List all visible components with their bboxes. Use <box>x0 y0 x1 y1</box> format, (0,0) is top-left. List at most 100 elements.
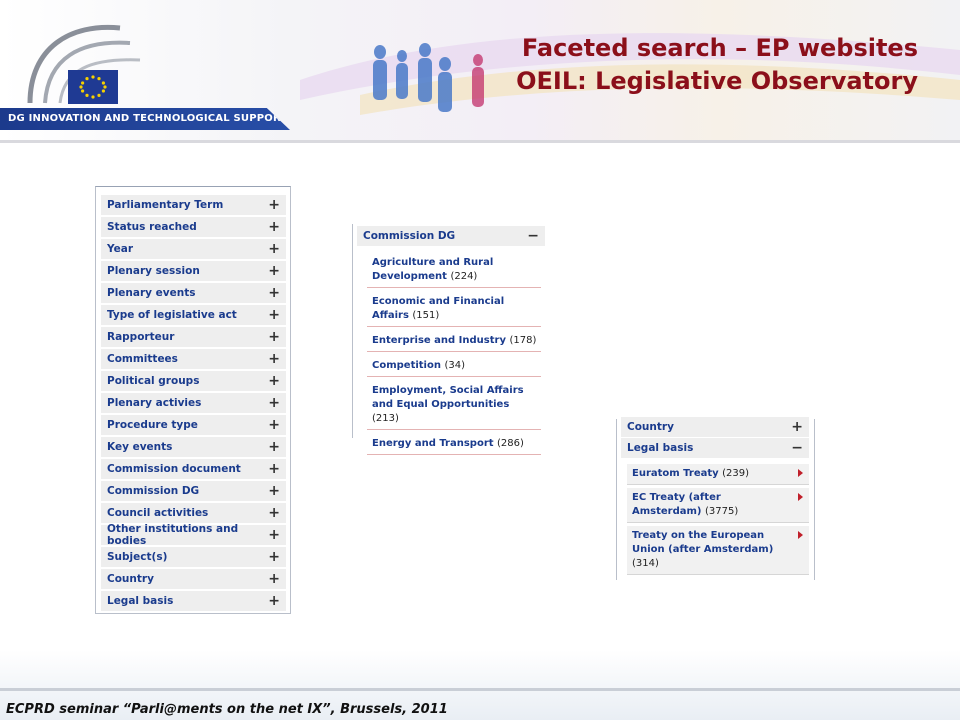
facet-panel: Parliamentary Term + Status reached + Year + P… <box>95 186 291 614</box>
legal-basis-item[interactable]: Treaty on the European Union (after Amst… <box>627 526 809 575</box>
facet-item[interactable]: Legal basis + <box>101 591 286 611</box>
arrow-right-icon[interactable] <box>798 469 803 477</box>
facet-item[interactable]: Political groups + <box>101 371 286 391</box>
legal-basis-item-count: (314) <box>632 558 659 569</box>
eu-flag-icon <box>68 70 118 104</box>
expand-icon[interactable]: + <box>268 286 280 300</box>
facet-item[interactable]: Plenary activies + <box>101 393 286 413</box>
legal-basis-item[interactable]: EC Treaty (after Amsterdam) (3775) <box>627 488 809 523</box>
expand-icon[interactable]: + <box>268 352 280 366</box>
commission-dg-item-count: (178) <box>509 335 537 346</box>
commission-dg-panel: Commission DG − Agriculture and Rural De… <box>352 224 546 455</box>
facet-item-label: Year <box>107 243 134 255</box>
facet-item-label: Commission document <box>107 463 241 475</box>
expand-icon[interactable]: + <box>268 506 280 520</box>
facet-item[interactable]: Other institutions and bodies + <box>101 523 286 547</box>
facet-item[interactable]: Commission DG + <box>101 481 286 501</box>
commission-dg-item-label: Enterprise and Industry <box>372 335 506 346</box>
expand-icon[interactable]: + <box>268 308 280 322</box>
facet-item-label: Subject(s) <box>107 551 168 563</box>
expand-icon[interactable]: + <box>268 374 280 388</box>
expand-icon[interactable]: + <box>268 572 280 586</box>
legal-basis-list: Euratom Treaty (239) EC Treaty (after Ams… <box>627 464 809 578</box>
facet-item-label: Procedure type <box>107 419 198 431</box>
facet-item[interactable]: Year + <box>101 239 286 259</box>
expand-icon[interactable]: + <box>268 594 280 608</box>
commission-dg-list: Agriculture and Rural Development (224) E… <box>367 254 541 460</box>
commission-dg-item-count: (34) <box>444 360 465 371</box>
facet-item[interactable]: Commission document + <box>101 459 286 479</box>
expand-icon[interactable]: + <box>268 462 280 476</box>
facet-item[interactable]: Subject(s) + <box>101 547 286 567</box>
commission-dg-item-count: (286) <box>497 438 524 449</box>
commission-dg-item-label: Competition <box>372 360 441 371</box>
commission-dg-item[interactable]: Economic and Financial Affairs (151) <box>367 293 541 327</box>
commission-dg-item[interactable]: Energy and Transport (286) <box>367 435 541 455</box>
facet-item-label: Type of legislative act <box>107 309 237 321</box>
facet-item[interactable]: Type of legislative act + <box>101 305 286 325</box>
expand-icon[interactable]: + <box>268 242 280 256</box>
facet-item-label: Status reached <box>107 221 197 233</box>
commission-dg-item[interactable]: Agriculture and Rural Development (224) <box>367 254 541 288</box>
expand-icon[interactable]: + <box>268 440 280 454</box>
facet-item[interactable]: Rapporteur + <box>101 327 286 347</box>
dg-label: DG INNOVATION AND TECHNOLOGICAL SUPPORT <box>0 108 290 130</box>
facet-item-label: Committees <box>107 353 178 365</box>
commission-dg-item[interactable]: Employment, Social Affairs and Equal Opp… <box>367 382 541 430</box>
expand-icon[interactable]: + <box>268 550 280 564</box>
facet-item[interactable]: Plenary events + <box>101 283 286 303</box>
header-banner: DG INNOVATION AND TECHNOLOGICAL SUPPORT … <box>0 0 960 143</box>
expand-icon[interactable]: + <box>268 528 280 542</box>
footer-divider <box>0 688 960 691</box>
commission-dg-item-count: (213) <box>372 413 399 424</box>
facet-item-label: Key events <box>107 441 173 453</box>
facet-item-label: Parliamentary Term <box>107 199 224 211</box>
expand-icon[interactable]: + <box>268 396 280 410</box>
page-subtitle: OEIL: Legislative Observatory <box>516 67 918 95</box>
facet-item[interactable]: Plenary session + <box>101 261 286 281</box>
commission-dg-item-label: Energy and Transport <box>372 438 494 449</box>
facet-item[interactable]: Committees + <box>101 349 286 369</box>
expand-icon[interactable]: + <box>268 220 280 234</box>
page-title: Faceted search – EP websites <box>521 34 918 62</box>
commission-dg-item-label: Employment, Social Affairs and Equal Opp… <box>372 385 524 410</box>
legal-basis-item-count: (3775) <box>705 506 739 517</box>
legal-basis-header[interactable]: Legal basis − <box>621 438 809 458</box>
expand-icon[interactable]: + <box>268 484 280 498</box>
expand-icon[interactable]: + <box>791 420 803 434</box>
facet-item[interactable]: Country + <box>101 569 286 589</box>
arrow-right-icon[interactable] <box>798 493 803 501</box>
facet-item[interactable]: Council activities + <box>101 503 286 523</box>
facet-item[interactable]: Key events + <box>101 437 286 457</box>
legal-basis-header-label: Legal basis <box>627 442 694 454</box>
arrow-right-icon[interactable] <box>798 531 803 539</box>
facet-item[interactable]: Procedure type + <box>101 415 286 435</box>
commission-dg-item-count: (151) <box>412 310 440 321</box>
commission-dg-item[interactable]: Competition (34) <box>367 357 541 377</box>
facet-item-label: Legal basis <box>107 595 174 607</box>
facet-item-label: Plenary events <box>107 287 196 299</box>
facet-country[interactable]: Country + <box>621 417 809 437</box>
commission-dg-header-label: Commission DG <box>363 230 456 242</box>
legal-basis-item-label: Euratom Treaty <box>632 468 719 479</box>
commission-dg-item-count: (224) <box>450 271 478 282</box>
expand-icon[interactable]: + <box>268 418 280 432</box>
commission-dg-header[interactable]: Commission DG − <box>357 226 545 246</box>
facet-item-label: Plenary session <box>107 265 200 277</box>
commission-dg-item[interactable]: Enterprise and Industry (178) <box>367 332 541 352</box>
legal-basis-item[interactable]: Euratom Treaty (239) <box>627 464 809 485</box>
facet-item[interactable]: Parliamentary Term + <box>101 195 286 215</box>
footer-text: ECPRD seminar “Parli@ments on the net IX… <box>6 702 448 717</box>
facet-item[interactable]: Status reached + <box>101 217 286 237</box>
facet-item-label: Plenary activies <box>107 397 202 409</box>
facet-item-label: Commission DG <box>107 485 200 497</box>
legal-basis-panel: Country + Legal basis − Euratom Treaty (… <box>616 417 815 580</box>
collapse-icon[interactable]: − <box>791 441 803 455</box>
facet-item-label: Other institutions and bodies <box>107 523 239 547</box>
expand-icon[interactable]: + <box>268 330 280 344</box>
expand-icon[interactable]: + <box>268 198 280 212</box>
collapse-icon[interactable]: − <box>527 229 539 243</box>
facet-item-label: Political groups <box>107 375 200 387</box>
expand-icon[interactable]: + <box>268 264 280 278</box>
facet-item-label: Rapporteur <box>107 331 175 343</box>
